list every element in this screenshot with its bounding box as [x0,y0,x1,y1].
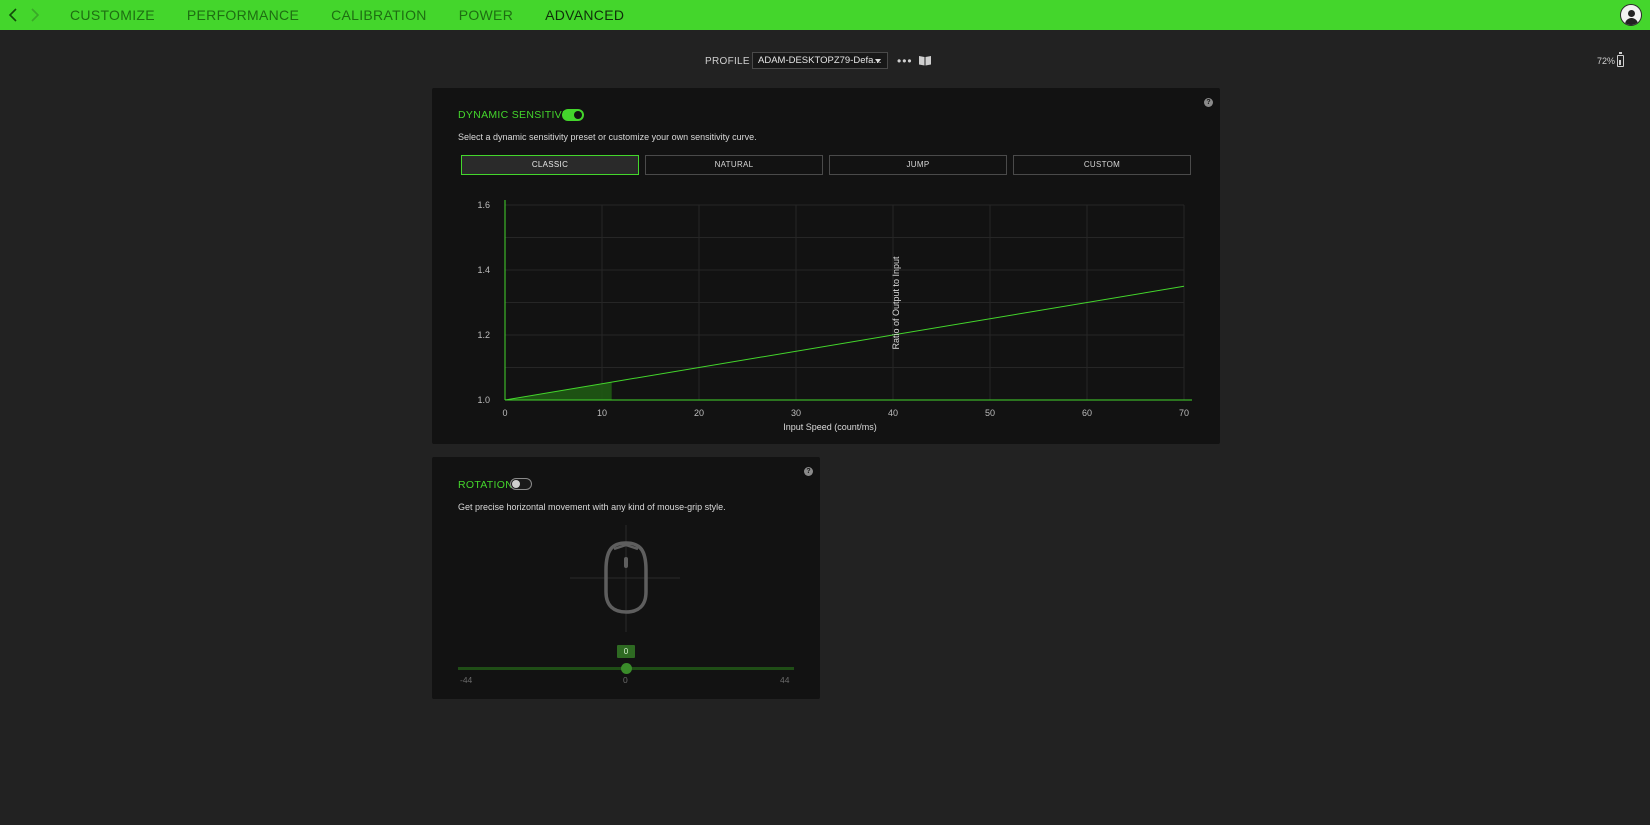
chevron-left-icon[interactable] [2,0,24,30]
x-tick-label: 60 [1082,408,1092,418]
rotation-mid-label: 0 [623,675,628,685]
rotation-description: Get precise horizontal movement with any… [458,502,726,512]
y-tick-label: 1.6 [477,200,490,210]
preset-classic-button[interactable]: CLASSIC [461,155,639,175]
x-tick-label: 50 [985,408,995,418]
tab-performance[interactable]: PERFORMANCE [187,0,299,30]
profile-label: PROFILE [705,56,750,67]
x-tick-label: 30 [791,408,801,418]
x-tick-label: 10 [597,408,607,418]
rotation-value: 0 [623,647,629,656]
top-nav-bar: CUSTOMIZE PERFORMANCE CALIBRATION POWER … [0,0,1650,30]
main-tabs: CUSTOMIZE PERFORMANCE CALIBRATION POWER … [70,0,656,30]
preset-natural-button[interactable]: NATURAL [645,155,823,175]
rotation-max-label: 44 [780,675,790,685]
toggle-knob [574,111,582,119]
y-tick-label: 1.4 [477,265,490,275]
battery-icon [1617,52,1624,67]
rotation-toggle[interactable] [510,478,532,490]
x-tick-label: 20 [694,408,704,418]
tab-advanced[interactable]: ADVANCED [545,0,624,30]
preset-custom-button[interactable]: CUSTOM [1013,155,1191,175]
battery-percent: 72% [1597,56,1616,66]
caret-down-icon [875,59,881,63]
preset-jump-button[interactable]: JUMP [829,155,1007,175]
x-tick-label: 40 [888,408,898,418]
user-avatar-icon[interactable] [1620,4,1642,26]
avatar-body [1625,18,1638,25]
y-axis-label: Ratio of Output to Input [891,256,901,350]
tab-calibration[interactable]: CALIBRATION [331,0,427,30]
dynamic-sensitivity-toggle[interactable] [562,109,584,121]
chevron-right-icon[interactable] [24,0,46,30]
y-tick-label: 1.2 [477,330,490,340]
rotation-value-badge: 0 [617,645,635,658]
x-axis-label: Input Speed (count/ms) [783,422,877,432]
profile-dropdown[interactable]: ADAM-DESKTOPZ79-Defa... [752,52,888,69]
x-tick-label: 70 [1179,408,1189,418]
tab-customize[interactable]: CUSTOMIZE [70,0,155,30]
tab-power[interactable]: POWER [459,0,513,30]
profile-selected-value: ADAM-DESKTOPZ79-Defa... [758,55,882,66]
help-icon[interactable]: ? [1204,98,1213,107]
profile-row: PROFILE ADAM-DESKTOPZ79-Defa... ••• [0,52,1650,72]
x-tick-label: 0 [502,408,507,418]
y-tick-label: 1.0 [477,395,490,405]
more-options-icon[interactable]: ••• [897,54,913,68]
help-icon[interactable]: ? [804,467,813,476]
dynamic-sensitivity-description: Select a dynamic sensitivity preset or c… [458,132,757,142]
rotation-title: ROTATION [458,479,514,491]
book-icon[interactable] [918,55,932,66]
avatar-head [1628,10,1635,17]
rotation-min-label: -44 [460,675,473,685]
rotation-slider-thumb[interactable] [620,663,632,674]
toggle-knob [512,480,520,488]
sensitivity-curve-line [504,285,1185,401]
sensitivity-curve-chart[interactable]: 0 10 20 30 40 50 60 70 1.0 1.2 1.4 1.6 Input Speed … [432,190,1220,440]
